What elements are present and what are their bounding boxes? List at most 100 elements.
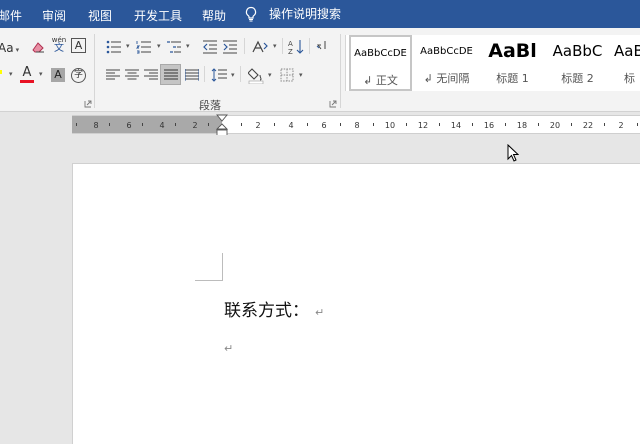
ruler-label: 4	[288, 121, 293, 130]
justify-icon	[164, 69, 178, 80]
ruler-label: 2	[255, 121, 260, 130]
document-area[interactable]: 联系方式： ↵ ↵	[0, 135, 640, 444]
ruler-label: 20	[550, 121, 560, 130]
ruler-label: 10	[385, 121, 395, 130]
style-heading-2[interactable]: AaBbC 标题 2	[546, 35, 609, 91]
show-hide-marks-icon[interactable]	[316, 40, 328, 54]
document-page[interactable]: 联系方式： ↵ ↵	[72, 163, 640, 444]
paragraph-group-label: 段落	[199, 99, 221, 112]
phonetic-bottom: 文	[54, 43, 64, 54]
styles-gallery: AaBbCcDĖ ↲ 正文 AaBbCcDĖ ↲ 无间隔 AaBl 标题 1 A…	[345, 35, 640, 91]
document-text: 联系方式：	[224, 301, 309, 321]
crop-mark	[222, 253, 223, 281]
chevron-down-icon[interactable]: ▾	[186, 43, 190, 50]
ruler-tick	[142, 123, 143, 126]
ruler-tick	[175, 123, 176, 126]
ruler-label: 12	[418, 121, 428, 130]
style-heading-1[interactable]: AaBl 标题 1	[481, 35, 544, 91]
paragraph-mark[interactable]: ↵	[224, 342, 233, 355]
tab-view[interactable]: 视图	[88, 7, 112, 24]
align-center-icon[interactable]	[125, 69, 139, 81]
numbering-icon[interactable]	[136, 40, 152, 54]
word-window: 邮件 审阅 视图 开发工具 帮助 操作说明搜索 Aa ▾ wén 文 A ▾ A…	[0, 0, 640, 444]
style-name: 标题 1	[496, 72, 529, 85]
increase-indent-icon[interactable]	[222, 40, 238, 54]
ruler-label: 8	[354, 121, 359, 130]
ruler-label: 8	[93, 121, 98, 130]
ruler-label: 4	[159, 121, 164, 130]
tell-me-label: 操作说明搜索	[269, 7, 342, 21]
chevron-down-icon[interactable]: ▾	[157, 43, 161, 50]
style-name: ↲ 正文	[363, 74, 398, 87]
character-border-button[interactable]: A	[71, 38, 86, 53]
chevron-down-icon[interactable]: ▾	[273, 43, 277, 50]
ruler-tick	[472, 123, 473, 126]
tab-developer[interactable]: 开发工具	[134, 7, 182, 24]
distributed-icon[interactable]	[185, 69, 199, 81]
ruler-tick	[109, 123, 110, 126]
style-name: 标题 2	[561, 72, 594, 85]
align-right-icon[interactable]	[144, 69, 158, 81]
bullets-icon[interactable]	[106, 40, 122, 54]
crop-mark	[195, 280, 223, 281]
font-dialog-launcher-icon[interactable]	[84, 100, 92, 108]
horizontal-ruler[interactable]: 8 6 4 2 2 4 6 8 10 12 14 16 18 20 22 2	[72, 114, 640, 137]
ruler-tick	[241, 123, 242, 126]
ruler-tick	[439, 123, 440, 126]
shading-icon[interactable]	[248, 66, 264, 84]
ruler-label: 16	[484, 121, 494, 130]
style-no-spacing[interactable]: AaBbCcDĖ ↲ 无间隔	[415, 35, 478, 91]
ruler-label: 18	[517, 121, 527, 130]
chevron-down-icon[interactable]: ▾	[299, 72, 303, 79]
group-separator	[94, 34, 95, 108]
ruler-tick	[637, 123, 638, 126]
chevron-down-icon[interactable]: ▾	[268, 72, 272, 79]
style-name: 标	[624, 72, 635, 85]
clear-formatting-icon[interactable]	[30, 39, 46, 55]
character-shading-button[interactable]: A	[51, 68, 65, 82]
chevron-down-icon[interactable]: ▾	[9, 71, 13, 78]
chevron-down-icon[interactable]: ▾	[126, 43, 130, 50]
ruler-label: 6	[126, 121, 131, 130]
ruler-label: 6	[321, 121, 326, 130]
multilevel-list-icon[interactable]	[166, 40, 182, 54]
chevron-down-icon[interactable]: ▾	[39, 71, 43, 78]
enclose-characters-button[interactable]: 字	[71, 68, 86, 83]
ruler-tick	[505, 123, 506, 126]
tab-help[interactable]: 帮助	[202, 7, 226, 24]
sort-icon[interactable]: A Z	[288, 38, 304, 56]
document-line[interactable]: 联系方式： ↵	[224, 296, 324, 321]
style-title[interactable]: AaB 标	[610, 35, 640, 91]
chinese-layout-icon[interactable]	[251, 39, 269, 55]
ruler-label: 2	[618, 121, 623, 130]
lightbulb-icon	[245, 6, 257, 22]
button-separator	[244, 38, 245, 54]
align-left-icon[interactable]	[106, 69, 120, 81]
decrease-indent-icon[interactable]	[202, 40, 218, 54]
ruler-scale: 8 6 4 2 2 4 6 8 10 12 14 16 18 20 22 2	[76, 121, 638, 130]
style-sample: AaBl	[488, 40, 537, 62]
font-color-button[interactable]: A	[20, 66, 34, 83]
button-separator	[309, 38, 310, 54]
tell-me-search[interactable]: 操作说明搜索	[244, 5, 341, 22]
phonetic-guide-button[interactable]: wén 文	[51, 37, 67, 54]
ruler-tick	[373, 123, 374, 126]
tab-mailings[interactable]: 邮件	[0, 7, 22, 24]
borders-icon[interactable]	[280, 68, 294, 82]
line-spacing-icon[interactable]	[211, 67, 227, 83]
style-sample: AaB	[614, 42, 640, 60]
style-normal[interactable]: AaBbCcDĖ ↲ 正文	[349, 35, 412, 91]
ruler-tick	[406, 123, 407, 126]
ruler-label: 14	[451, 121, 461, 130]
tab-review[interactable]: 审阅	[42, 7, 66, 24]
change-case-button[interactable]: Aa ▾	[0, 42, 19, 54]
group-separator	[340, 34, 341, 108]
highlight-color-swatch[interactable]	[0, 70, 2, 74]
ruler-label: 22	[583, 121, 593, 130]
paragraph-dialog-launcher-icon[interactable]	[329, 100, 337, 108]
ruler-tick	[76, 123, 77, 126]
style-sample: AaBbC	[552, 42, 603, 60]
justify-button[interactable]	[160, 64, 181, 85]
chevron-down-icon[interactable]: ▾	[231, 72, 235, 79]
svg-text:Z: Z	[288, 48, 293, 56]
